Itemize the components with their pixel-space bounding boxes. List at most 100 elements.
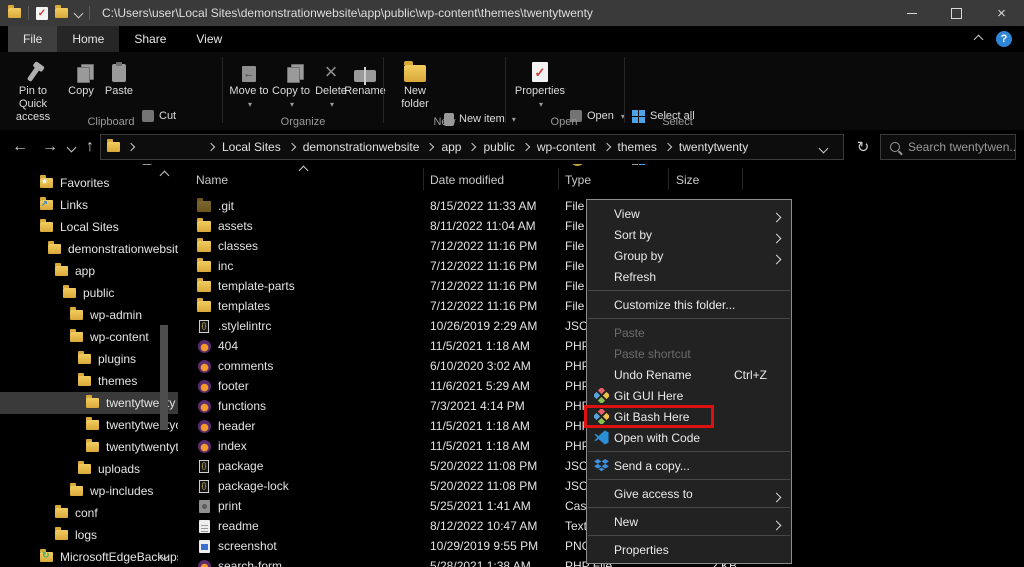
sidebar-scrollbar-thumb[interactable] [160,325,168,430]
up-button[interactable]: ↑ [86,130,94,164]
menu-item-send-a-copy[interactable]: Send a copy... [587,455,791,476]
back-button[interactable]: ← [12,130,28,164]
file-name: index [218,439,430,453]
sidebar-item-label: wp-content [90,330,149,344]
pin-icon [26,66,39,82]
recent-locations-chevron-icon[interactable] [68,144,75,151]
menu-item-group-by[interactable]: Group by [587,245,791,266]
menu-item-new[interactable]: New [587,511,791,532]
breadcrumb-segment-wp-content[interactable]: wp-content [530,140,603,154]
column-divider[interactable] [558,168,559,190]
file-type-icon [196,221,212,232]
tab-view[interactable]: View [181,26,237,52]
sidebar-item-conf[interactable]: conf [0,502,178,524]
sidebar-item-wp-includes[interactable]: wp-includes [0,480,178,502]
sidebar-item-public[interactable]: public [0,282,178,304]
collapse-ribbon-chevron-icon[interactable] [974,34,984,44]
folder-icon [40,222,53,232]
new-folder-icon [404,65,426,82]
sidebar-item-microsoftedgebackups[interactable]: MicrosoftEdgeBackups [0,546,178,567]
menu-item-paste[interactable]: Paste [587,322,791,343]
column-divider[interactable] [742,168,743,190]
sidebar-item-twentytwentytwo[interactable]: twentytwentytwo [0,436,178,458]
tab-file[interactable]: File [8,26,57,52]
sidebar-item-logs[interactable]: logs [0,524,178,546]
menu-item-properties[interactable]: Properties [587,539,791,560]
sidebar-item-wp-admin[interactable]: wp-admin [0,304,178,326]
properties-quick-icon[interactable] [36,7,48,20]
breadcrumb-segment-themes[interactable]: themes [611,140,664,154]
tab-home[interactable]: Home [57,26,119,52]
maximize-button[interactable] [934,0,979,26]
new-folder-button[interactable]: New folder [392,55,438,111]
copy-button[interactable]: Copy [62,55,100,98]
breadcrumb-segment-local-sites[interactable]: Local Sites [215,140,288,154]
column-header-type[interactable]: Type [565,173,591,187]
menu-item-git-gui-here[interactable]: Git GUI Here [587,385,791,406]
sidebar-item-themes[interactable]: themes [0,370,178,392]
menu-shortcut: Ctrl+Z [734,368,767,382]
delete-button[interactable]: × Delete [312,55,350,111]
breadcrumb-bar[interactable]: Local Sites demonstrationwebsite app public… [100,134,844,160]
sidebar-item-local-sites[interactable]: Local Sites [0,216,178,238]
move-to-label: Move to [229,85,268,98]
sidebar-item-wp-content[interactable]: wp-content [0,326,178,348]
close-button[interactable]: × [979,0,1024,26]
help-icon[interactable]: ? [996,31,1012,47]
menu-item-git-bash-here[interactable]: Git Bash Here [587,406,791,427]
menu-item-open-with-code[interactable]: Open with Code [587,427,791,448]
properties-button[interactable]: Properties [514,55,566,111]
menu-separator [588,507,790,508]
sidebar-item-links[interactable]: Links [0,194,178,216]
explorer-window: C:\Users\user\Local Sites\demonstrationw… [0,0,1024,567]
refresh-icon[interactable]: ↻ [850,134,876,160]
menu-separator [588,290,790,291]
sidebar-item-label: uploads [98,462,140,476]
breadcrumb-segment-twentytwenty[interactable]: twentytwenty [672,140,755,154]
menu-item-undo-rename[interactable]: Undo RenameCtrl+Z [587,364,791,385]
menu-item-sort-by[interactable]: Sort by [587,224,791,245]
sidebar-item-uploads[interactable]: uploads [0,458,178,480]
menu-separator [588,318,790,319]
column-header-size[interactable]: Size [676,173,699,187]
column-header-date-modified[interactable]: Date modified [430,173,504,187]
breadcrumb-segment-demonstrationwebsite[interactable]: demonstrationwebsite [296,140,427,154]
breadcrumb-segment-public[interactable]: public [476,140,521,154]
sidebar-item-label: Favorites [60,176,109,190]
sidebar-item-label: themes [98,374,137,388]
menu-item-give-access-to[interactable]: Give access to [587,483,791,504]
divider [89,6,90,20]
sidebar-item-favorites[interactable]: Favorites [0,172,178,194]
file-date-modified: 5/20/2022 11:08 PM [430,479,565,493]
menu-item-refresh[interactable]: Refresh [587,266,791,287]
paste-button[interactable]: Paste [100,55,138,98]
rename-button[interactable]: Rename [348,55,382,98]
tab-share[interactable]: Share [119,26,181,52]
pin-to-quick-access-button[interactable]: Pin to Quick access [4,55,62,124]
breadcrumb-chevron-icon [426,143,434,151]
customize-quick-access-chevron-icon[interactable] [74,8,84,18]
menu-item-view[interactable]: View [587,203,791,224]
new-folder-quick-icon[interactable] [55,8,68,18]
menu-item-paste-shortcut[interactable]: Paste shortcut [587,343,791,364]
column-divider[interactable] [423,168,424,190]
sidebar-item-twentytwenty[interactable]: twentytwenty [0,392,178,414]
file-name: classes [218,239,430,253]
sidebar-item-twentytwentyone[interactable]: twentytwentyone [0,414,178,436]
php-icon [198,440,211,453]
menu-item-label: Open with Code [614,431,700,445]
column-divider[interactable] [668,168,669,190]
menu-item-customize-this-folder[interactable]: Customize this folder... [587,294,791,315]
menu-item-label: Paste shortcut [614,347,691,361]
breadcrumb-segment-app[interactable]: app [434,140,468,154]
sidebar-item-app[interactable]: app [0,260,178,282]
sidebar-item-demonstrationwebsite[interactable]: demonstrationwebsite [0,238,178,260]
forward-button[interactable]: → [42,130,58,164]
address-dropdown-chevron-icon[interactable] [819,144,829,154]
search-input[interactable]: Search twentytwen... [880,134,1016,160]
copy-to-button[interactable]: Copy to [270,55,312,111]
move-to-button[interactable]: ← Move to [228,55,270,111]
minimize-button[interactable] [889,0,934,26]
column-header-name[interactable]: Name [196,173,228,187]
sidebar-item-plugins[interactable]: plugins [0,348,178,370]
